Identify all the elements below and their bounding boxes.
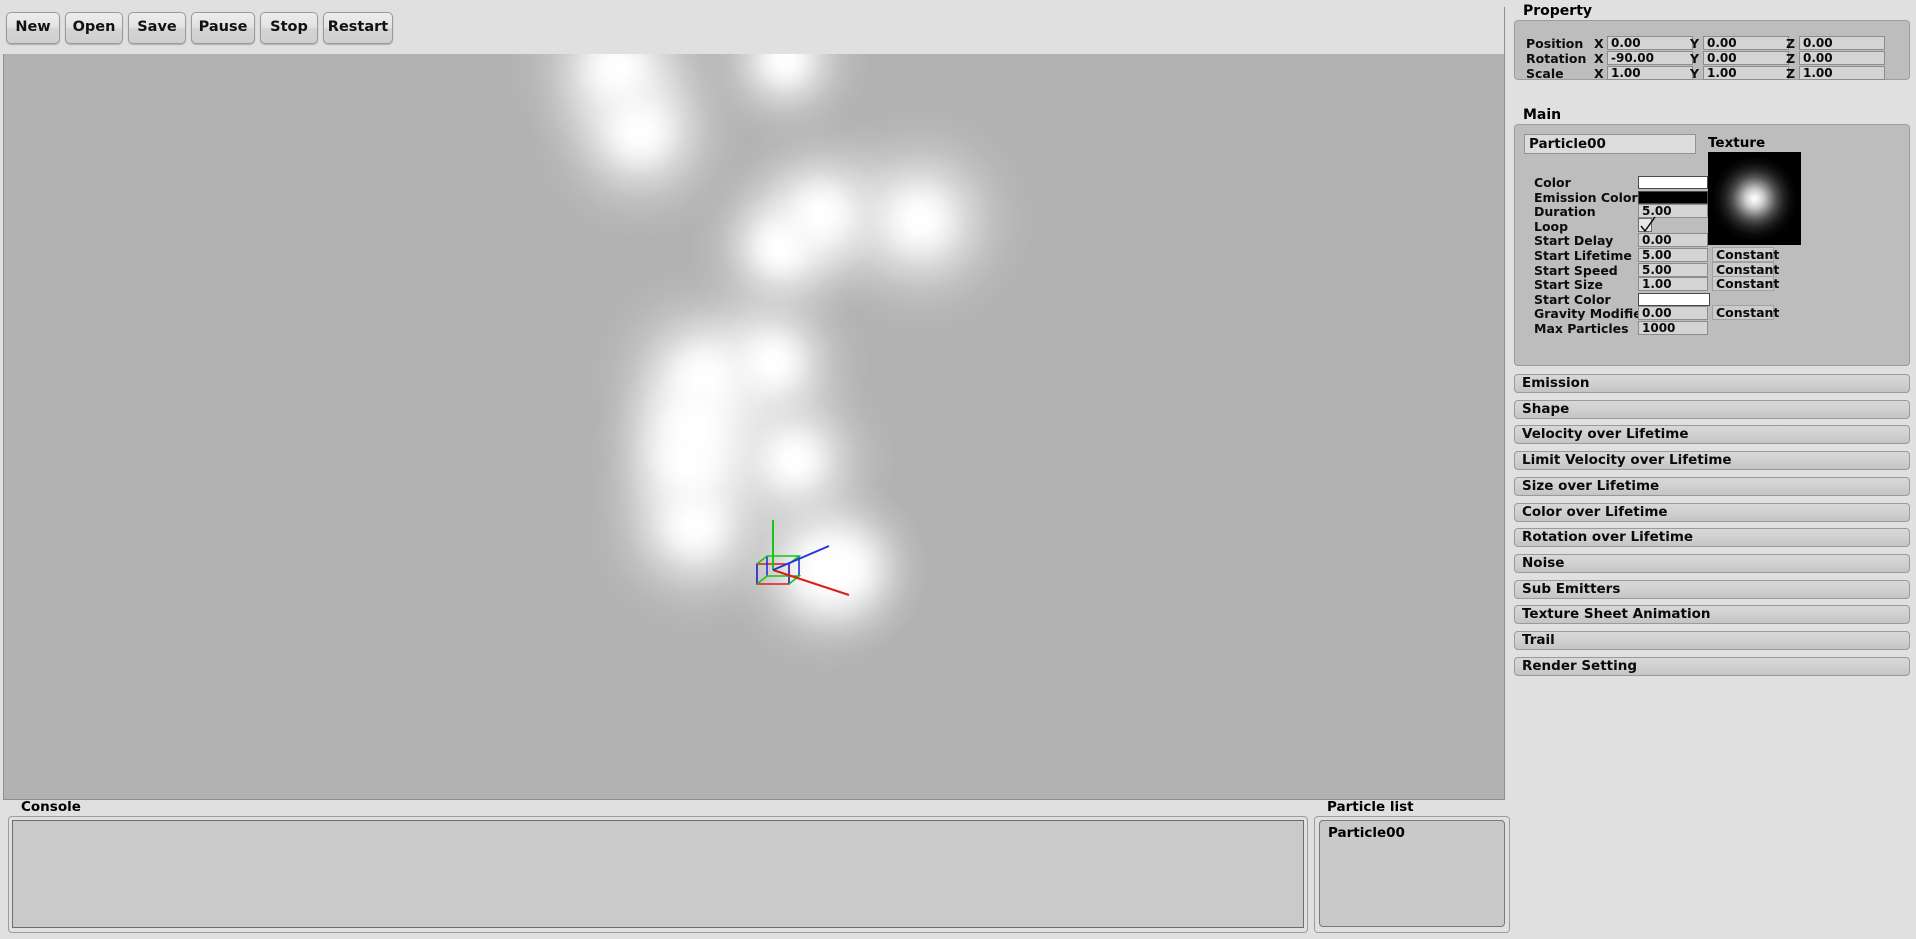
new-button[interactable]: New [6,12,60,44]
main-label-loop: Loop [1534,218,1569,234]
main-label-duration: Duration [1534,204,1596,220]
main-title: Main [1523,107,1562,123]
section-header-render-setting[interactable]: Render Setting [1514,656,1910,676]
rotation-z-input[interactable]: 0.00 [1799,51,1885,65]
viewport-3d[interactable] [3,7,1505,800]
main-label-start-color: Start Color [1534,291,1611,307]
main-label-emission-color: Emission Color [1534,189,1638,205]
loop-checkbox[interactable] [1638,216,1656,233]
rotation-x-input[interactable]: -90.00 [1607,51,1693,65]
main-label-start-size: Start Size [1534,277,1603,293]
axis-label-y: Y [1690,66,1700,81]
restart-button[interactable]: Restart [323,12,393,44]
axis-label-z: Z [1786,51,1796,66]
open-button[interactable]: Open [65,12,123,44]
scale-z-input[interactable]: 1.00 [1799,66,1885,80]
start-speed-mode-dropdown[interactable]: Constant [1712,261,1779,277]
axis-label-y: Y [1690,51,1700,66]
gravity-modifier-input[interactable]: 0.00 [1638,306,1708,321]
main-label-start-lifetime: Start Lifetime [1534,248,1632,263]
main-label-gravity-modifier: Gravity Modifier [1534,306,1648,322]
section-header-texture-sheet-animation[interactable]: Texture Sheet Animation [1514,605,1910,625]
main-toolbar: New Open Save Pause Stop Restart [0,0,1504,54]
radial-glow-texture-icon[interactable] [1708,152,1801,245]
section-header-sub-emitters[interactable]: Sub Emitters [1514,579,1910,599]
position-z-input[interactable]: 0.00 [1799,36,1885,50]
particle-name-input[interactable]: Particle00 [1524,134,1696,154]
scale-x-input[interactable]: 1.00 [1607,66,1693,80]
position-y-input[interactable]: 0.00 [1703,36,1789,50]
list-item[interactable]: Particle00 [1320,824,1504,842]
axis-label-x: X [1594,51,1604,66]
save-button[interactable]: Save [128,12,186,44]
axis-label-z: Z [1786,36,1796,51]
position-x-input[interactable]: 0.00 [1607,36,1693,50]
property-label-rotation: Rotation [1526,51,1587,66]
particle-list-box[interactable]: Particle00 [1319,820,1505,927]
console-output[interactable] [12,820,1304,928]
property-title: Property [1523,3,1593,19]
particle-list-panel: Particle list Particle00 [1314,799,1510,933]
main-group: Main Particle00 Texture Color Emission Co… [1512,107,1916,366]
scale-y-input[interactable]: 1.00 [1703,66,1789,80]
axis-label-x: X [1594,66,1604,81]
section-header-shape[interactable]: Shape [1514,399,1910,419]
axis-label-y: Y [1690,36,1700,51]
viewport-canvas[interactable] [4,8,1504,799]
start-delay-input[interactable]: 0.00 [1638,233,1708,248]
start-size-input[interactable]: 1.00 [1638,277,1708,292]
particle-list-title: Particle list [1327,799,1414,815]
section-header-color-over-lifetime[interactable]: Color over Lifetime [1514,502,1910,522]
property-label-position: Position [1526,36,1584,51]
start-speed-input[interactable]: 5.00 [1638,262,1708,277]
stop-button[interactable]: Stop [260,12,318,44]
start-lifetime-mode-dropdown[interactable]: Constant [1712,247,1779,262]
rotation-y-input[interactable]: 0.00 [1703,51,1789,65]
section-header-velocity-over-lifetime[interactable]: Velocity over Lifetime [1514,425,1910,445]
section-header-emission[interactable]: Emission [1514,374,1910,393]
main-label-start-speed: Start Speed [1534,262,1618,278]
start-color-swatch[interactable] [1638,292,1710,306]
max-particles-input[interactable]: 1000 [1638,321,1708,335]
section-header-rotation-over-lifetime[interactable]: Rotation over Lifetime [1514,528,1910,548]
start-lifetime-input[interactable]: 5.00 [1638,248,1708,262]
right-inspector-panel: Property Position X 0.00 Y 0.00 Z 0.00 Rotation… [1512,0,1916,939]
color-swatch[interactable] [1638,176,1708,189]
console-title: Console [21,799,81,815]
emission-color-swatch[interactable] [1638,190,1708,204]
texture-label: Texture [1708,135,1766,151]
gravity-modifier-mode-dropdown[interactable]: Constant [1712,305,1779,321]
console-panel: Console [8,799,1308,933]
property-group: Property Position X 0.00 Y 0.00 Z 0.00 Rotation… [1512,3,1916,81]
main-label-start-delay: Start Delay [1534,233,1614,249]
section-header-noise[interactable]: Noise [1514,553,1910,573]
pause-button[interactable]: Pause [191,12,255,44]
main-label-max-particles: Max Particles [1534,321,1629,336]
section-header-trail[interactable]: Trail [1514,631,1910,650]
section-header-size-over-lifetime[interactable]: Size over Lifetime [1514,476,1910,496]
axis-label-x: X [1594,36,1604,51]
main-label-color: Color [1534,175,1571,190]
ground-grid [4,8,1504,799]
start-size-mode-dropdown[interactable]: Constant [1712,276,1779,292]
section-header-limit-velocity-over-lifetime[interactable]: Limit Velocity over Lifetime [1514,451,1910,471]
axis-label-z: Z [1786,66,1796,81]
property-label-scale: Scale [1526,66,1564,81]
